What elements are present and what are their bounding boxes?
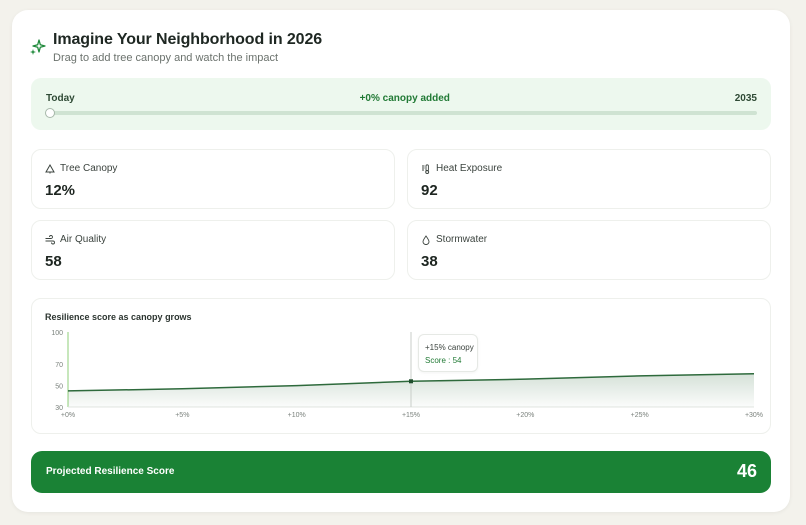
page-subtitle: Drag to add tree canopy and watch the im…: [53, 52, 279, 64]
y-tick-label: 50: [55, 384, 63, 391]
main-card: Imagine Your Neighborhood in 2026 Drag t…: [12, 10, 790, 512]
canopy-slider-thumb[interactable]: [45, 108, 55, 118]
thermometer-icon: [422, 163, 430, 174]
slider-start-label: Today: [46, 93, 75, 104]
metric-value: 12%: [45, 182, 76, 199]
metric-stormwater: Stormwater 38: [407, 220, 771, 280]
resilience-chart[interactable]: 30 50 70 100 +0% +5% +10% +15% +20% +25% +30%: [32, 299, 772, 435]
tooltip-score: Score : 54: [425, 356, 462, 365]
score-label: Projected Resilience Score: [46, 466, 175, 477]
hover-point: [409, 379, 413, 384]
tree-icon: [45, 163, 55, 173]
chart-tooltip: +15% canopy Score : 54: [418, 334, 478, 372]
x-tick-label: +0%: [61, 412, 75, 419]
x-tick-label: +10%: [288, 412, 306, 419]
y-tick-label: 70: [55, 362, 63, 369]
metric-label: Stormwater: [436, 234, 488, 245]
tooltip-canopy: +15% canopy: [425, 343, 474, 352]
metric-value: 58: [45, 253, 62, 270]
projected-score-bar: Projected Resilience Score 46: [31, 451, 771, 493]
metric-value: 38: [421, 253, 438, 270]
y-tick-label: 100: [51, 330, 63, 337]
metric-label: Tree Canopy: [60, 163, 118, 174]
sparkles-icon: [30, 39, 46, 55]
x-tick-label: +20%: [516, 412, 534, 419]
metric-label: Heat Exposure: [436, 163, 503, 174]
slider-status: +0% canopy added: [359, 93, 450, 104]
slider-end-label: 2035: [734, 93, 757, 104]
y-tick-label: 30: [55, 405, 63, 412]
header: Imagine Your Neighborhood in 2026 Drag t…: [30, 30, 322, 64]
x-tick-label: +15%: [402, 412, 420, 419]
metric-air-quality: Air Quality 58: [31, 220, 395, 280]
metric-heat-exposure: Heat Exposure 92: [407, 149, 771, 209]
metric-value: 92: [421, 182, 438, 199]
resilience-chart-panel: Resilience score as canopy grows 30 50 70 1…: [31, 298, 771, 434]
x-tick-label: +25%: [631, 412, 649, 419]
slider-labels: Today +0% canopy added 2035: [46, 93, 757, 104]
page-title: Imagine Your Neighborhood in 2026: [53, 31, 323, 48]
metric-label: Air Quality: [60, 234, 107, 245]
droplet-icon: [422, 234, 430, 245]
x-tick-label: +5%: [175, 412, 189, 419]
score-value: 46: [736, 461, 757, 481]
canopy-slider-panel: Today +0% canopy added 2035: [31, 78, 771, 130]
wind-icon: [45, 234, 55, 244]
x-tick-label: +30%: [745, 412, 763, 419]
metric-tree-canopy: Tree Canopy 12%: [31, 149, 395, 209]
canopy-slider-track[interactable]: [46, 111, 757, 115]
